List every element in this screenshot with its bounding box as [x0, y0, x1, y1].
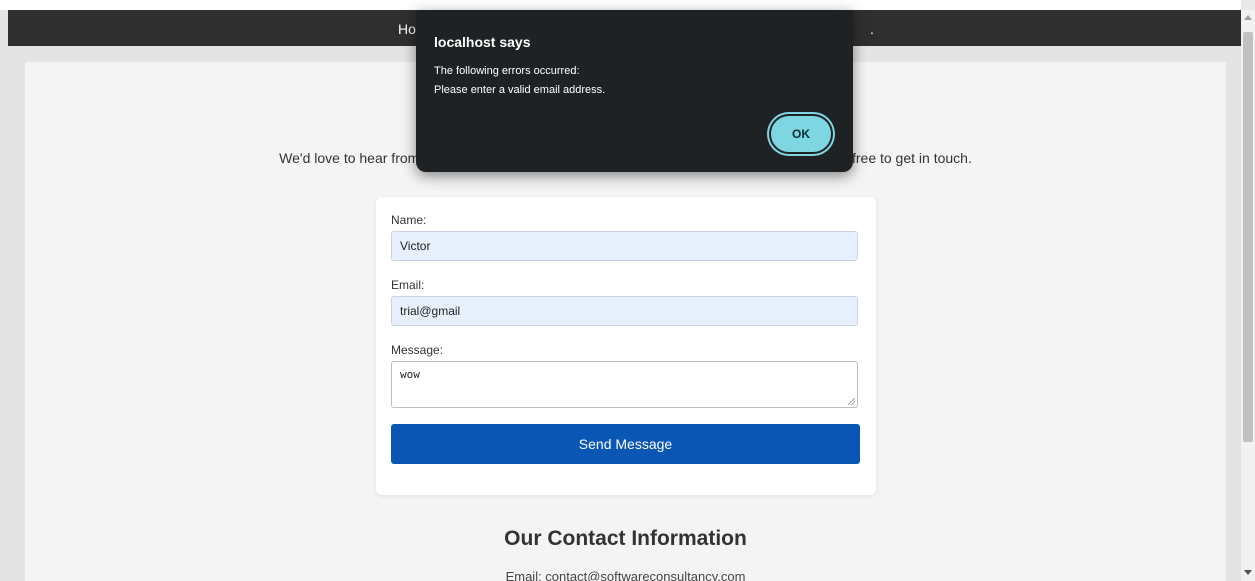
email-label: Email:	[391, 278, 425, 292]
vertical-scrollbar[interactable]	[1241, 10, 1255, 581]
scroll-up-arrow-icon[interactable]	[1244, 15, 1252, 20]
message-label: Message:	[391, 343, 444, 357]
ok-button[interactable]: OK	[769, 114, 833, 154]
dialog-message-line-1: The following errors occurred:	[434, 65, 580, 77]
message-field[interactable]: wow	[391, 361, 858, 408]
nav-item-home[interactable]: Ho	[398, 21, 416, 37]
send-message-button[interactable]: Send Message	[391, 424, 860, 464]
name-field[interactable]: Victor	[391, 231, 858, 261]
contact-info-heading: Our Contact Information	[504, 527, 747, 550]
browser-viewport: Ho . Contact Us We'd love to hear from y…	[0, 0, 1241, 581]
dialog-title: localhost says	[434, 34, 531, 50]
message-text: wow	[400, 368, 420, 381]
nav-item-partial[interactable]: .	[870, 21, 874, 37]
scroll-thumb[interactable]	[1243, 32, 1253, 442]
resize-handle-icon[interactable]	[848, 398, 855, 405]
top-edge	[0, 0, 1241, 10]
dialog-message-line-2: Please enter a valid email address.	[434, 84, 606, 96]
name-label: Name:	[391, 213, 427, 227]
email-field[interactable]: trial@gmail	[391, 296, 858, 326]
alert-dialog: localhost says The following errors occu…	[416, 10, 853, 172]
contact-form: Name: Victor Email: trial@gmail Message:…	[376, 197, 876, 495]
scroll-down-arrow-icon[interactable]	[1244, 570, 1252, 575]
contact-email-line: Email: contact@softwareconsultancy.com	[505, 569, 746, 581]
